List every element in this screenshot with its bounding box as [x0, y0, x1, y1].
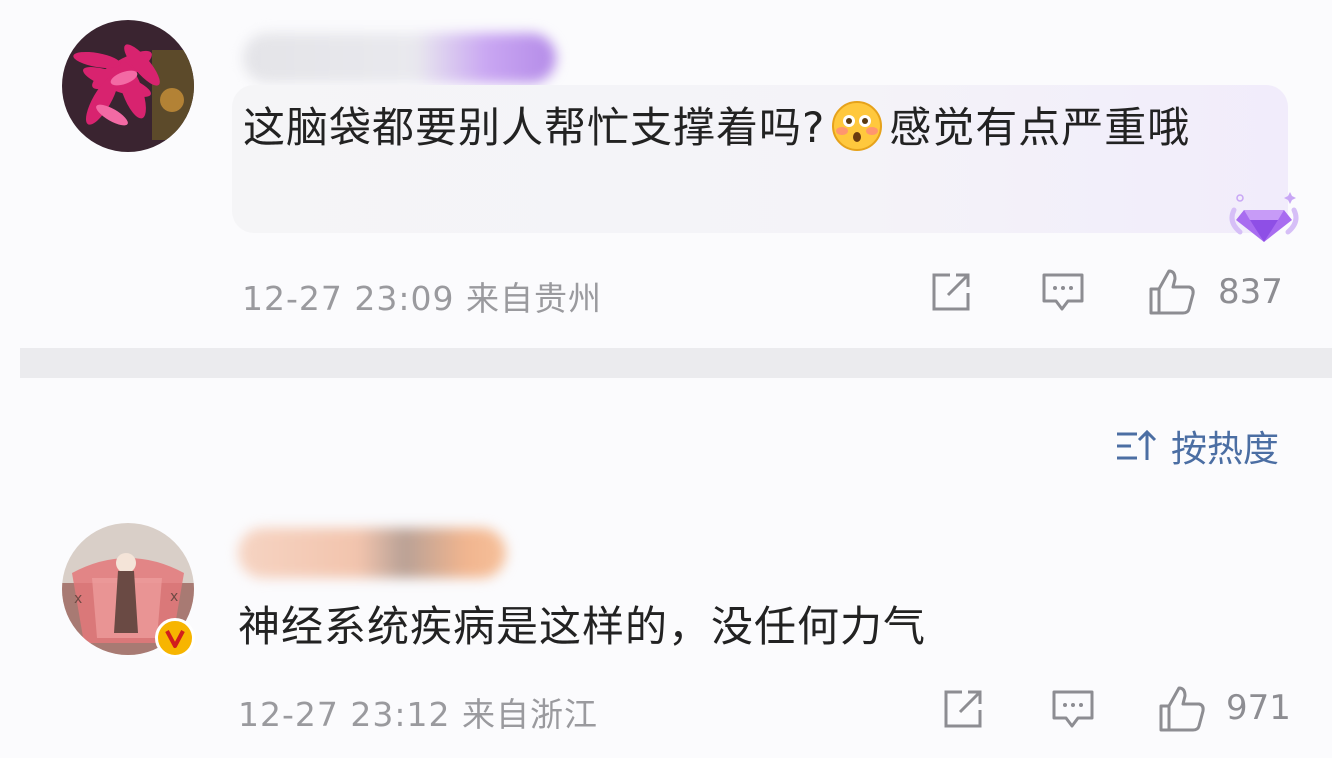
svg-text:x: x	[74, 591, 82, 607]
svg-text:x: x	[170, 589, 178, 605]
like-button[interactable]	[1157, 684, 1207, 734]
verified-badge-icon	[155, 618, 195, 658]
thumbs-up-icon	[1159, 686, 1205, 732]
comment-text: 神经系统疾病是这样的，没任何力气	[238, 602, 927, 651]
comment-meta: 12-27 23:12 来自浙江	[238, 695, 598, 734]
like-count: 971	[1226, 688, 1291, 728]
comment-icon	[1052, 690, 1094, 728]
share-icon	[944, 690, 982, 728]
comment-item: x x 神经系统疾病是这样的，没任何力气 12-27 23:12 来自浙江 97…	[0, 0, 1332, 758]
username-blurred[interactable]	[238, 528, 506, 578]
share-button[interactable]	[940, 686, 986, 732]
reply-button[interactable]	[1050, 686, 1096, 732]
